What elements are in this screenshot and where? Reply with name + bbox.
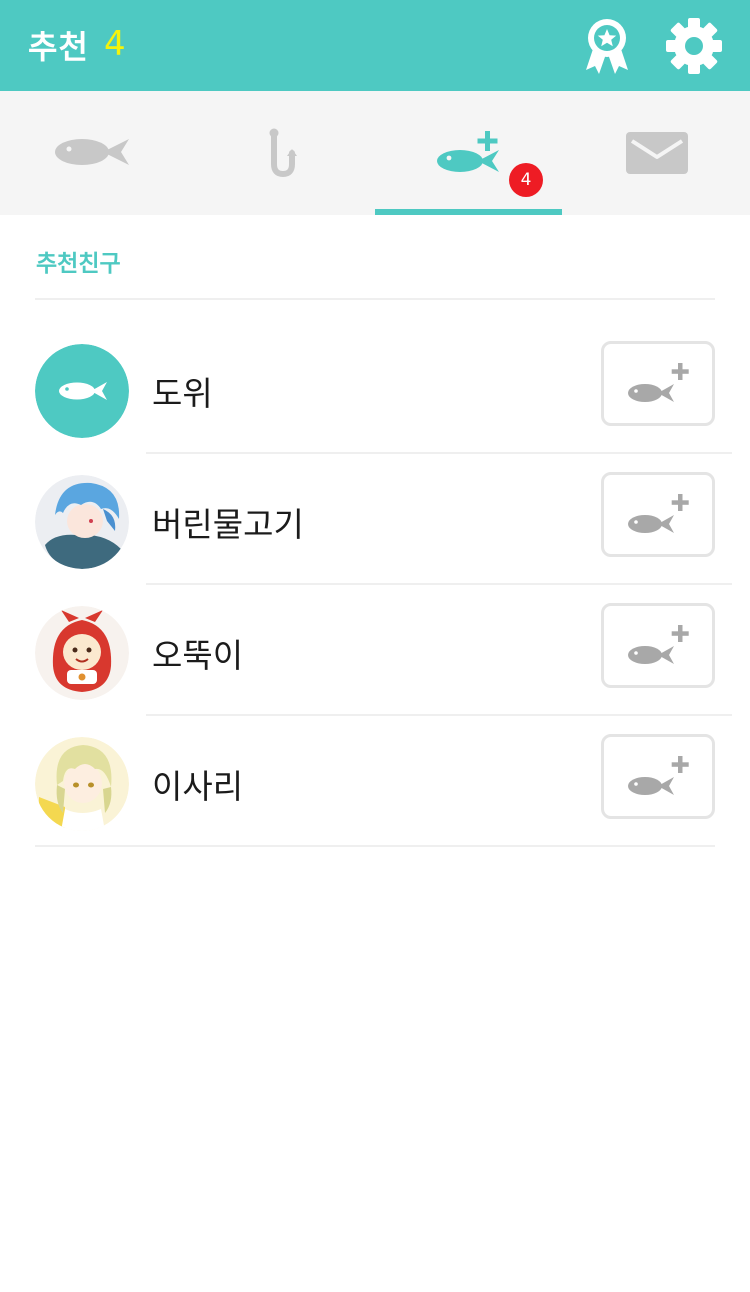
add-friend-button[interactable] [601,734,715,819]
avatar[interactable] [35,344,129,438]
fish-add-icon [628,363,689,402]
recommend-count: 4 [104,24,126,64]
tab-recommend[interactable] [375,91,562,215]
top-bar: 추천 4 [0,0,750,91]
avatar[interactable] [35,737,129,831]
friend-row[interactable]: 오뚝이 [0,585,750,716]
add-friend-button[interactable] [601,341,715,426]
friend-row[interactable]: 버린물고기 [0,454,750,585]
friend-row[interactable]: 이사리 [0,716,750,847]
blonde-character-avatar-icon [35,737,129,831]
default-fish-avatar-icon [35,344,129,438]
tab-hook[interactable] [187,91,374,215]
fish-add-icon [628,756,689,795]
award-ribbon-icon[interactable] [582,16,632,76]
avatar[interactable] [35,606,129,700]
mail-icon [626,132,688,174]
fish-add-icon [628,494,689,533]
add-friend-button[interactable] [601,472,715,557]
active-tab-indicator [375,209,562,215]
gear-icon[interactable] [666,18,722,74]
blue-hair-character-avatar-icon [35,475,129,569]
fish-icon [55,139,129,165]
section-title: 추천친구 [36,251,121,277]
fish-add-icon [437,131,499,172]
notification-badge: 4 [509,163,543,197]
tab-fish[interactable] [0,91,187,215]
row-divider [35,845,715,847]
friend-name: 도위 [152,374,213,413]
red-hood-character-avatar-icon [35,606,129,700]
friend-name: 오뚝이 [152,636,244,675]
friend-name: 이사리 [152,767,244,806]
avatar[interactable] [35,475,129,569]
page-title: 추천 [28,28,89,66]
friend-row[interactable]: 도위 [0,323,750,454]
divider [35,298,715,300]
tab-mail[interactable] [562,91,749,215]
add-friend-button[interactable] [601,603,715,688]
friend-name: 버린물고기 [152,505,304,544]
fish-add-icon [628,625,689,664]
tab-bar [0,91,750,215]
fishhook-icon [269,128,297,178]
